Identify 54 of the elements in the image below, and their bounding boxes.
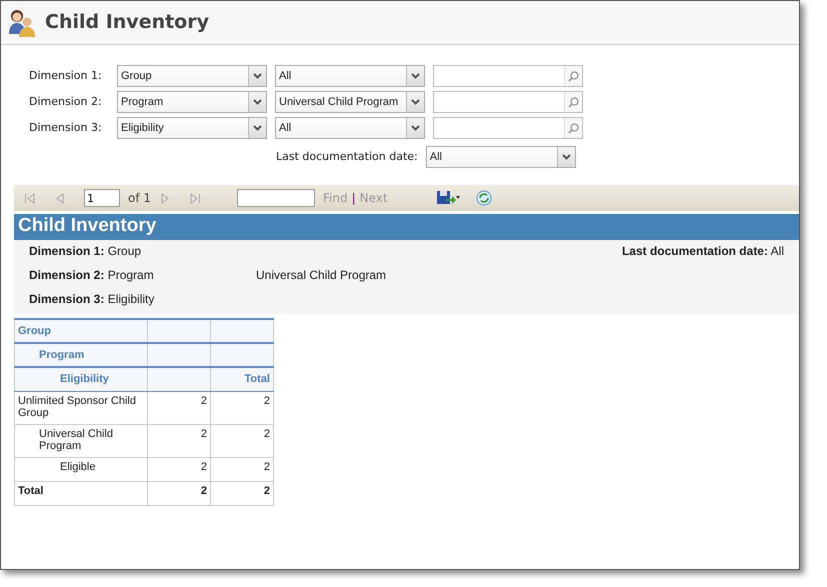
- caret-icon: [411, 125, 420, 131]
- filter-label: Last documentation date:: [276, 148, 418, 165]
- table-cell: 2: [148, 457, 210, 481]
- caret-icon: [253, 73, 262, 79]
- find-field[interactable]: [237, 189, 316, 207]
- search-field[interactable]: [433, 91, 583, 113]
- search-icon[interactable]: [568, 96, 579, 108]
- search-field[interactable]: [433, 117, 583, 139]
- value-dropdown[interactable]: Universal Child Program: [275, 91, 425, 113]
- value-dropdown[interactable]: All: [275, 65, 425, 87]
- dimension-dropdown[interactable]: Eligibility: [117, 117, 267, 139]
- search-icon[interactable]: [568, 70, 579, 82]
- table-cell: 2: [148, 481, 210, 505]
- caret-icon: [253, 125, 262, 131]
- date-dropdown[interactable]: All: [426, 146, 576, 168]
- people-icon: [7, 8, 37, 38]
- table-cell: 2: [210, 424, 274, 457]
- value-dropdown[interactable]: All: [275, 117, 425, 139]
- column-header: Eligibility: [14, 367, 148, 391]
- column-header: Total: [210, 367, 274, 391]
- caret-icon: [411, 73, 420, 79]
- caret-icon: [562, 154, 571, 160]
- filter-label: Dimension 3:: [29, 120, 103, 136]
- search-field[interactable]: [433, 65, 583, 87]
- row-label: Total: [14, 481, 148, 505]
- dimension-dropdown[interactable]: Group: [117, 65, 267, 87]
- search-icon[interactable]: [568, 122, 579, 134]
- report-title: Child Inventory: [14, 214, 799, 240]
- page-field[interactable]: 1: [84, 189, 120, 207]
- separator: |: [352, 190, 356, 207]
- table-cell: 2: [148, 424, 210, 457]
- table-cell: 2: [210, 481, 274, 505]
- row-label: Unlimited Sponsor Child Group: [14, 391, 148, 424]
- refresh-icon[interactable]: [476, 190, 492, 206]
- parameter-text: Last documentation date: All: [622, 244, 784, 260]
- parameter-text: Dimension 2: Program: [29, 268, 155, 284]
- column-header: Program: [14, 343, 148, 367]
- dimension-dropdown[interactable]: Program: [117, 91, 267, 113]
- row-label: Universal Child Program: [14, 424, 148, 457]
- parameter-value: Universal Child Program: [256, 268, 386, 282]
- column-header: Group: [14, 319, 148, 343]
- table-cell: 2: [210, 391, 274, 424]
- table-cell: 2: [148, 391, 210, 424]
- filter-label: Dimension 2:: [29, 94, 103, 110]
- caret-icon: [411, 99, 420, 105]
- table-cell: 2: [210, 457, 274, 481]
- caret-icon: [253, 99, 262, 105]
- page-title: Child Inventory: [45, 11, 209, 34]
- filter-label: Dimension 1:: [29, 68, 103, 84]
- parameter-text: Dimension 3: Eligibility: [29, 292, 156, 308]
- parameter-text: Dimension 1: Group: [29, 244, 142, 260]
- row-label: Eligible: [14, 457, 148, 481]
- save-icon[interactable]: [436, 190, 460, 206]
- page-count: of 1: [128, 190, 152, 207]
